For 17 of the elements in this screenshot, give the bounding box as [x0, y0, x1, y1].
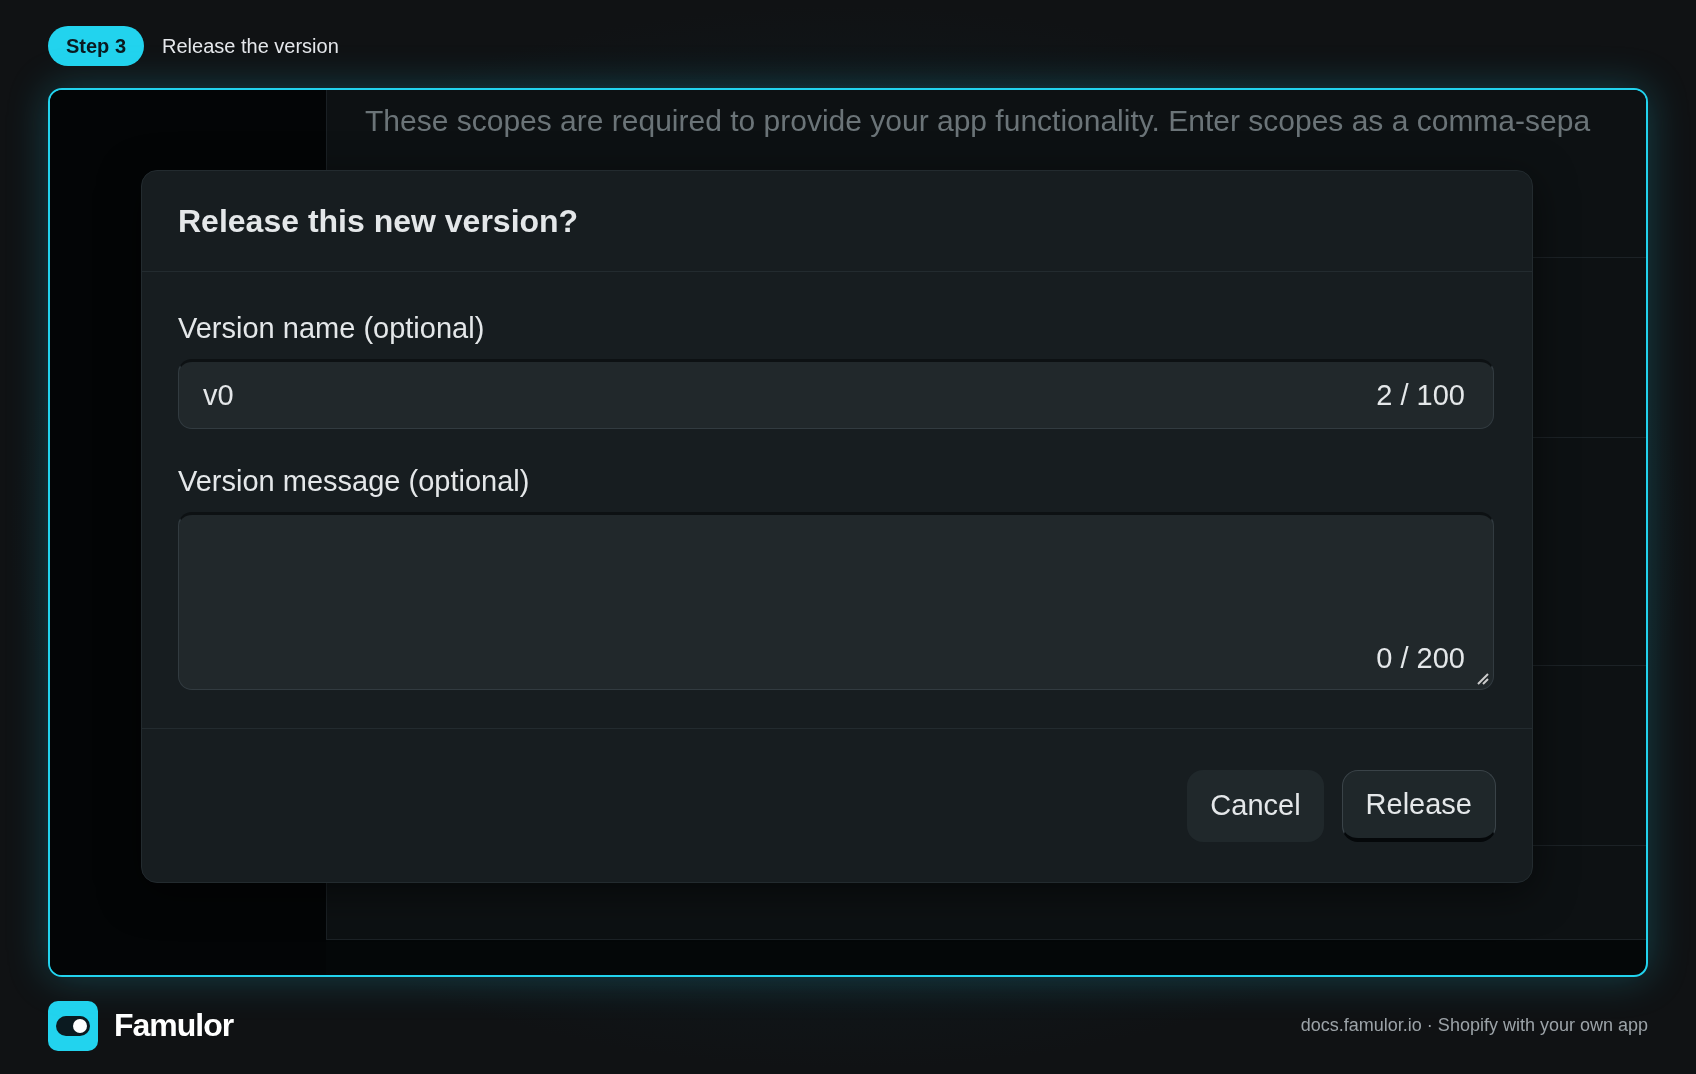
- step-badge: Step 3: [48, 26, 145, 66]
- character-counter: 0 / 200: [1376, 642, 1465, 675]
- footer-caption: docs.famulor.io · Shopify with your own app: [1300, 1015, 1648, 1036]
- scopes-description: These scopes are required to provide your app functionality. Enter scopes as a comma-sepa: [365, 104, 1592, 138]
- toggle-logo-icon: [48, 1000, 98, 1051]
- step-title: Release the version: [162, 34, 339, 58]
- cancel-button[interactable]: Cancel: [1187, 769, 1324, 842]
- version-name-field[interactable]: v0: [201, 377, 1377, 413]
- version-message-box[interactable]: 0 / 200: [178, 512, 1494, 690]
- field-label: Version message (optional): [178, 465, 531, 498]
- version-name-box[interactable]: v0 2 / 100: [178, 359, 1494, 429]
- character-counter: 2 / 100: [1376, 378, 1465, 412]
- field-label: Version name (optional): [178, 312, 486, 345]
- resize-grip-icon[interactable]: [1476, 672, 1490, 686]
- release-button[interactable]: Release: [1341, 769, 1496, 842]
- brand-name: Famulor: [114, 1007, 234, 1044]
- dialog-title: Release this new version?: [178, 202, 579, 240]
